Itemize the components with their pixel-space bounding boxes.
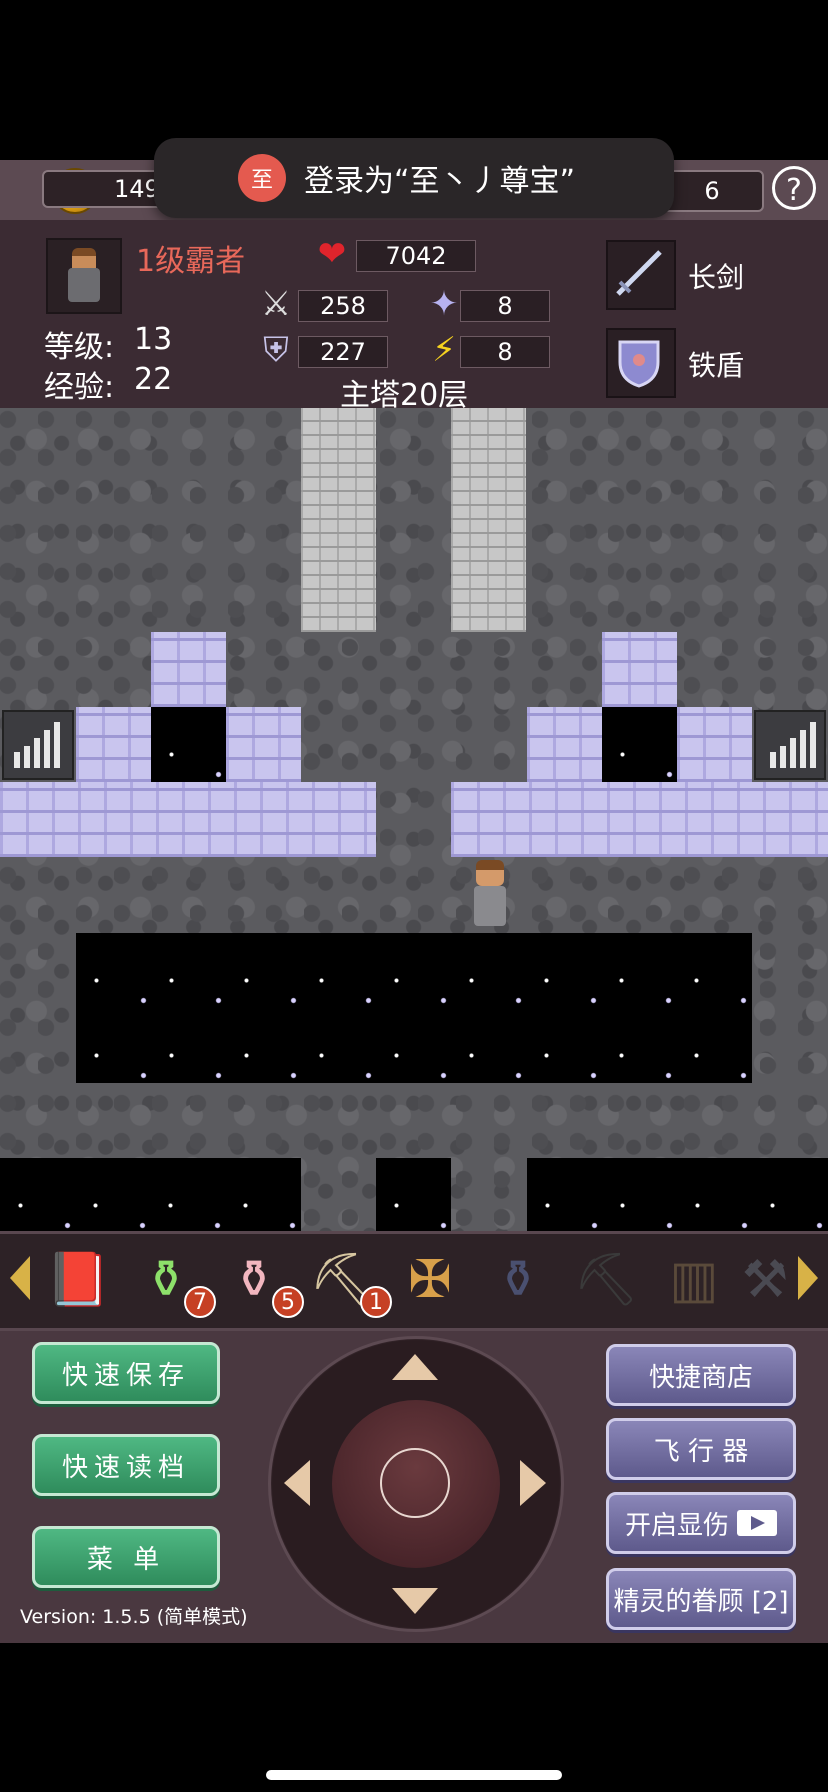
dpad-left-button[interactable] [284,1460,310,1506]
hero-portrait [46,238,122,314]
iron-shield-icon [618,340,660,388]
stairs-right[interactable] [754,710,826,780]
speed-value: 8 [460,336,550,368]
item-scroll-left-button[interactable] [10,1256,30,1300]
shield-stat-icon: ⛨ [263,330,289,370]
game-map[interactable] [0,408,828,1231]
level-value: 13 [134,322,173,357]
swords-icon: ⚔ [260,284,292,324]
ice-wall [226,707,301,782]
sword-icon [616,250,662,296]
spirit-blessing-button[interactable]: 精灵的眷顾 [2] [606,1568,796,1630]
dpad-up-button[interactable] [392,1354,438,1380]
home-indicator[interactable] [266,1770,562,1780]
quick-load-button[interactable]: 快速读档 [32,1434,220,1496]
stairs-left[interactable] [2,710,74,780]
dpad-center-ring [380,1448,450,1518]
rune-tablet-icon[interactable]: ▥ [658,1244,730,1316]
red-book-icon[interactable]: 📕 [42,1244,114,1316]
show-damage-label: 开启显伤 [624,1510,729,1541]
starry-void [0,1158,301,1231]
ice-wall [451,782,828,857]
item-scroll-right-button[interactable] [798,1256,818,1300]
quick-shop-button[interactable]: 快捷商店 [606,1344,796,1406]
login-toast: 至 登录为“至丶丿尊宝” [154,138,674,218]
exp-label: 经验: [44,370,115,405]
video-icon [737,1510,777,1536]
stone-wall [451,408,526,632]
counter-value: 6 [704,177,720,205]
hammer-icon[interactable]: ⚒ [740,1244,790,1316]
dark-pickaxe-icon[interactable]: ⛏ [570,1244,642,1316]
level-label: 等级: [44,330,115,365]
coin-value: 149 [114,175,160,203]
item-count-badge: 1 [360,1286,392,1318]
cross-staff-icon[interactable]: ✠ [394,1244,466,1316]
ice-wall [76,707,151,782]
attack-value: 258 [298,290,388,322]
quick-save-button[interactable]: 快速保存 [32,1342,220,1404]
show-damage-button[interactable]: 开启显伤 [606,1492,796,1554]
dpad-right-button[interactable] [520,1460,546,1506]
dpad-down-button[interactable] [392,1588,438,1614]
starry-void [76,933,752,1083]
item-count-badge: 7 [184,1286,216,1318]
flyer-button[interactable]: 飞 行 器 [606,1418,796,1480]
starry-void [602,707,677,782]
starry-void [527,1158,828,1231]
help-button[interactable]: ? [772,166,816,210]
item-count-badge: 5 [272,1286,304,1318]
exp-value: 22 [134,362,173,397]
starry-void [151,707,226,782]
heart-icon: ❤ [317,234,347,274]
ice-wall [151,632,226,707]
hp-value: 7042 [356,240,476,272]
shield-name: 铁盾 [688,349,745,382]
defense-value: 227 [298,336,388,368]
toast-text: 登录为“至丶丿尊宝” [304,164,576,199]
ice-wall [677,707,752,782]
dark-vase-icon[interactable]: ⚱ [482,1244,554,1316]
sword-slot[interactable] [606,240,676,310]
toast-avatar: 至 [238,154,286,202]
stone-wall [301,408,376,632]
version-text: Version: 1.5.5 (简单模式) [20,1606,248,1628]
hero-sprite [468,860,512,926]
ice-wall [602,632,677,707]
starry-void [376,1158,451,1231]
menu-button[interactable]: 菜 单 [32,1526,220,1588]
counter-badge: 6 [660,170,764,212]
ice-wall [0,782,376,857]
magic-defense-value: 8 [460,290,550,322]
hero-title: 1级霸者 [136,244,246,279]
weapon-name: 长剑 [688,261,745,294]
shield-slot[interactable] [606,328,676,398]
ice-wall [527,707,602,782]
